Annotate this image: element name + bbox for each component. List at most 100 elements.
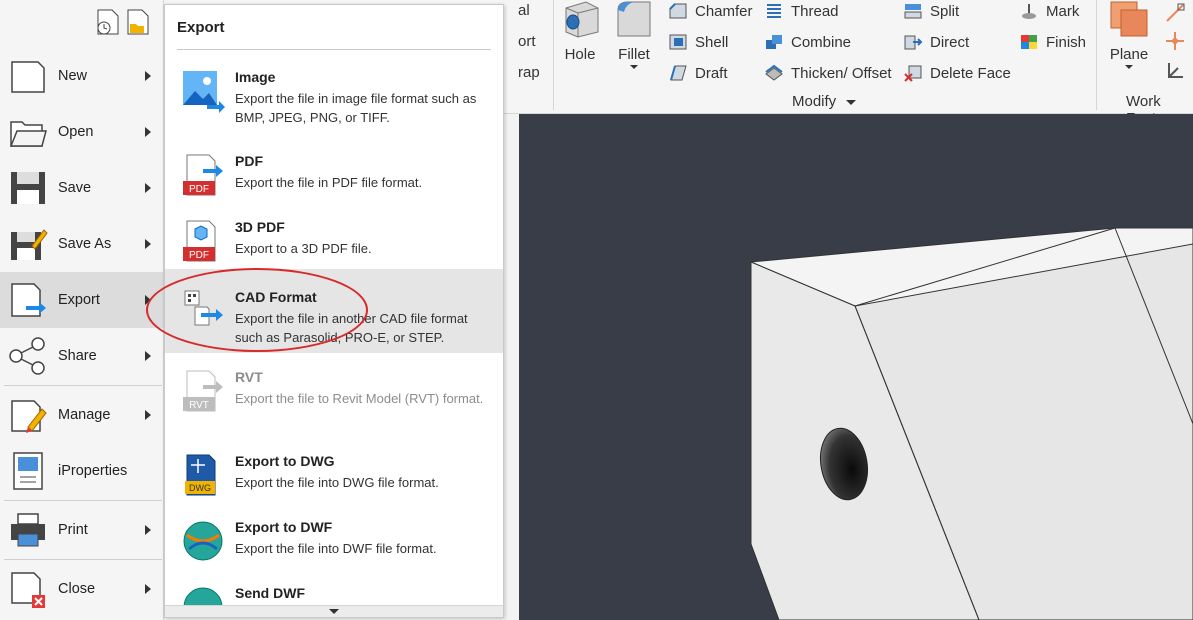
- export-image-item[interactable]: Image Export the file in image file form…: [165, 63, 503, 139]
- finish-label: Finish: [1046, 33, 1087, 51]
- delete-face-button[interactable]: Delete Face: [903, 64, 1011, 82]
- submenu-arrow-icon: [145, 295, 151, 305]
- menu-open-label: Open: [58, 124, 94, 140]
- delete-face-label: Delete Face: [930, 64, 1011, 82]
- export-3d-pdf-item[interactable]: PDF 3D PDF Export to a 3D PDF file.: [165, 213, 503, 273]
- export-item-description: Export the file in PDF file format.: [235, 175, 423, 190]
- svg-text:PDF: PDF: [189, 184, 209, 195]
- menu-share[interactable]: Share: [0, 328, 163, 384]
- iproperties-icon: [13, 452, 43, 490]
- dwf-icon: [183, 521, 223, 561]
- export-item-description: Export the file into DWG file format.: [235, 475, 439, 490]
- new-document-icon: [11, 61, 45, 93]
- plane-icon: [1110, 1, 1148, 37]
- combine-label: Combine: [791, 33, 852, 51]
- ribbon-partial-label: al: [518, 2, 530, 19]
- direct-button[interactable]: Direct: [903, 33, 969, 51]
- shell-icon: [669, 34, 687, 50]
- menu-iproperties[interactable]: iProperties: [0, 443, 163, 499]
- ucs-icon[interactable]: [1164, 60, 1186, 82]
- submenu-arrow-icon: [145, 239, 151, 249]
- menu-close[interactable]: Close: [0, 561, 163, 617]
- ribbon-separator: [1096, 0, 1097, 110]
- menu-open[interactable]: Open: [0, 104, 163, 160]
- submenu-arrow-icon: [145, 71, 151, 81]
- split-label: Split: [930, 2, 960, 20]
- export-dwf-item[interactable]: Export to DWF Export the file into DWF f…: [165, 513, 503, 573]
- menu-divider: [4, 559, 162, 560]
- menu-save-as[interactable]: Save As: [0, 216, 163, 272]
- menu-export[interactable]: Export: [0, 272, 163, 328]
- fillet-button[interactable]: Fillet: [612, 0, 656, 69]
- hole-label: Hole: [564, 46, 596, 63]
- menu-divider: [4, 500, 162, 501]
- export-item-title: Image: [235, 69, 276, 85]
- ribbon-partial-item[interactable]: al: [518, 2, 530, 19]
- draft-label: Draft: [695, 64, 728, 82]
- image-export-icon: [183, 71, 225, 113]
- menu-export-label: Export: [58, 292, 100, 308]
- manage-icon: [11, 400, 47, 433]
- split-button[interactable]: Split: [903, 2, 959, 20]
- pdf-icon: PDF: [183, 154, 223, 196]
- menu-manage-label: Manage: [58, 407, 111, 423]
- ribbon-separator: [553, 0, 554, 110]
- plane-dropdown-icon[interactable]: [1125, 65, 1133, 69]
- graphics-viewport[interactable]: [519, 114, 1193, 620]
- export-dwg-item[interactable]: DWG Export to DWG Export the file into D…: [165, 447, 503, 507]
- mark-button[interactable]: Mark: [1019, 2, 1079, 20]
- export-icon: [11, 283, 46, 317]
- menu-close-label: Close: [58, 581, 96, 597]
- svg-text:RVT: RVT: [189, 400, 209, 411]
- split-icon: [904, 4, 922, 19]
- submenu-arrow-icon: [145, 351, 151, 361]
- export-item-description: Export to a 3D PDF file.: [235, 241, 372, 256]
- menu-print[interactable]: Print: [0, 502, 163, 558]
- recent-documents-icon[interactable]: [94, 8, 122, 36]
- fillet-dropdown-icon[interactable]: [630, 65, 638, 69]
- submenu-arrow-icon: [145, 584, 151, 594]
- save-as-icon: [11, 229, 48, 260]
- open-documents-icon[interactable]: [124, 8, 152, 36]
- finish-icon: [1021, 35, 1037, 49]
- menu-manage[interactable]: Manage: [0, 387, 163, 443]
- combine-button[interactable]: Combine: [764, 33, 851, 51]
- plane-button[interactable]: Plane: [1106, 0, 1152, 69]
- modify-group-label[interactable]: Modify: [792, 93, 857, 110]
- ribbon-partial-label: rap: [518, 64, 540, 81]
- part-model[interactable]: [519, 114, 1193, 620]
- delete-face-icon: [904, 65, 922, 82]
- export-item-description: Export the file in another CAD file form…: [235, 311, 468, 345]
- export-pdf-item[interactable]: PDF PDF Export the file in PDF file form…: [165, 147, 503, 207]
- draft-button[interactable]: Draft: [668, 64, 728, 82]
- chamfer-button[interactable]: Chamfer: [668, 2, 753, 20]
- export-cad-format-item[interactable]: CAD Format Export the file in another CA…: [165, 269, 503, 353]
- application-menu: New Open Save Save As Export Share Manag…: [0, 0, 164, 620]
- thicken-offset-label: Thicken/ Offset: [791, 64, 892, 82]
- svg-text:DWG: DWG: [189, 483, 211, 493]
- export-rvt-item: RVT RVT Export the file to Revit Model (…: [165, 363, 503, 439]
- scroll-down-button[interactable]: [165, 605, 503, 617]
- folder-open-icon: [9, 121, 47, 147]
- menu-new[interactable]: New: [0, 48, 163, 104]
- shell-button[interactable]: Shell: [668, 33, 728, 51]
- submenu-arrow-icon: [145, 183, 151, 193]
- thicken-offset-button[interactable]: Thicken/ Offset: [764, 64, 892, 82]
- export-submenu-panel: Export Image Export the file in image fi…: [164, 4, 504, 618]
- panel-divider: [177, 49, 491, 50]
- axis-icon[interactable]: [1164, 2, 1186, 24]
- thread-icon: [767, 4, 781, 18]
- ribbon-partial-item[interactable]: ort: [518, 33, 536, 50]
- modify-label: Modify: [792, 93, 837, 110]
- svg-text:PDF: PDF: [189, 250, 209, 261]
- menu-iproperties-label: iProperties: [58, 463, 128, 479]
- point-icon[interactable]: [1164, 30, 1186, 52]
- export-item-title: Export to DWG: [235, 453, 335, 469]
- ribbon-partial-item[interactable]: rap: [518, 64, 540, 81]
- ribbon-partial-label: ort: [518, 33, 536, 50]
- hole-button[interactable]: Hole: [560, 0, 600, 63]
- menu-save[interactable]: Save: [0, 160, 163, 216]
- thread-button[interactable]: Thread: [764, 2, 839, 20]
- finish-button[interactable]: Finish: [1019, 33, 1086, 51]
- menu-save-label: Save: [58, 180, 92, 196]
